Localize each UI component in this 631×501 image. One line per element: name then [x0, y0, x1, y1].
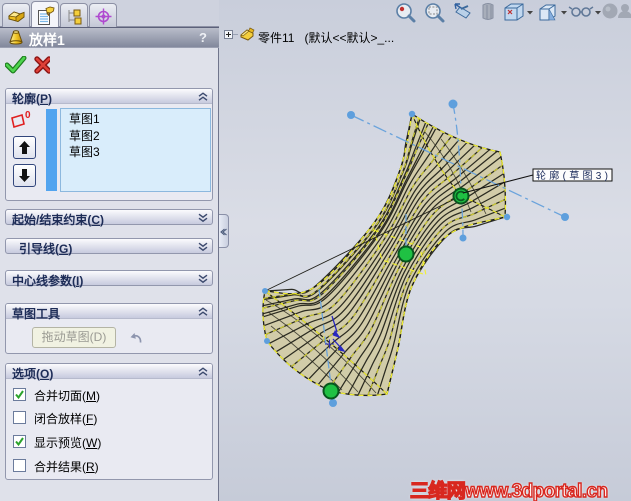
svg-text:0: 0 [25, 110, 31, 121]
